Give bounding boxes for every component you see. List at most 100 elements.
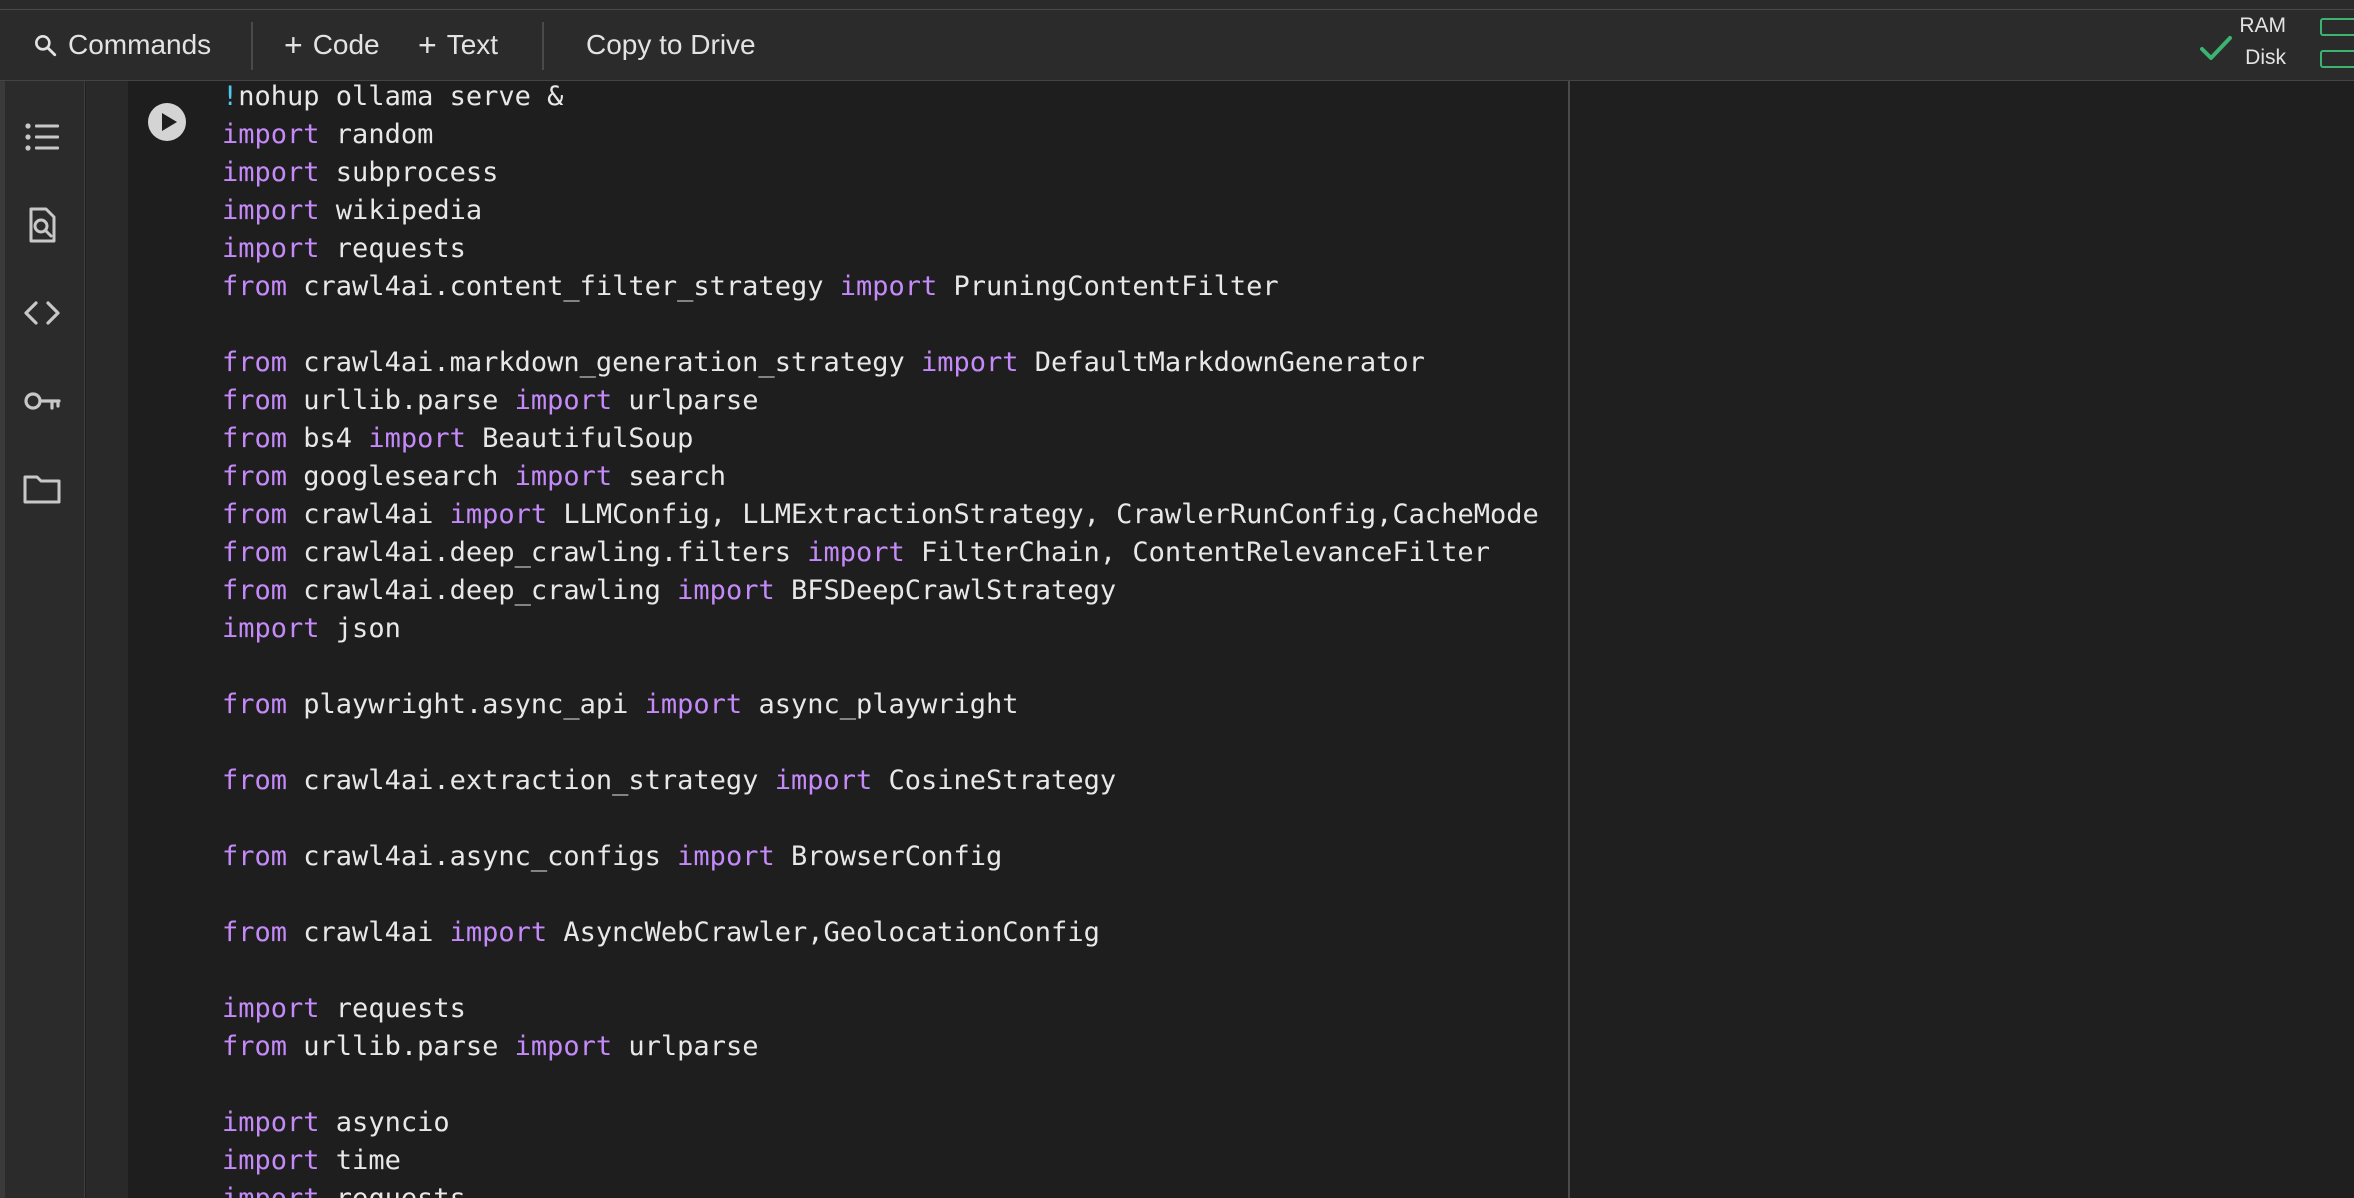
code-text: BFSDeepCrawlStrategy <box>774 575 1117 606</box>
code-line: from urllib.parse import urlparse <box>222 382 1539 420</box>
code-line: import time <box>222 1142 1539 1180</box>
code-text: crawl4ai.markdown_generation_strategy <box>287 347 921 378</box>
code-line: from crawl4ai.extraction_strategy import… <box>222 762 1539 800</box>
code-text: time <box>319 1145 401 1176</box>
cell-gutter <box>86 81 128 1198</box>
code-keyword: from <box>222 385 288 416</box>
code-keyword: import <box>222 195 320 226</box>
code-text: PruningContentFilter <box>937 271 1279 302</box>
code-text: crawl4ai.deep_crawling.filters <box>287 537 808 568</box>
code-keyword: from <box>222 575 288 606</box>
code-text: BeautifulSoup <box>465 423 694 454</box>
code-line: from crawl4ai import AsyncWebCrawler,Geo… <box>222 914 1539 952</box>
code-text: asyncio <box>319 1107 450 1138</box>
code-text: search <box>612 461 726 492</box>
code-keyword: from <box>222 461 288 492</box>
code-keyword: import <box>222 157 320 188</box>
code-text: urllib.parse <box>287 385 515 416</box>
code-keyword: from <box>222 689 288 720</box>
add-text-cell-button[interactable]: + Text <box>418 10 498 80</box>
code-line: from googlesearch import search <box>222 458 1539 496</box>
code-line: from crawl4ai import LLMConfig, LLMExtra… <box>222 496 1539 534</box>
code-text: BrowserConfig <box>774 841 1003 872</box>
table-of-contents-icon[interactable] <box>22 117 62 157</box>
colab-notebook-window: Commands + Code + Text Copy to Drive RAM… <box>0 0 2354 1198</box>
code-text: FilterChain, ContentRelevanceFilter <box>904 537 1490 568</box>
code-text: crawl4ai.extraction_strategy <box>287 765 775 796</box>
disk-usage-bar[interactable] <box>2320 50 2354 68</box>
code-editor[interactable]: !nohup ollama serve & import random import… <box>222 78 1539 1198</box>
code-text: wikipedia <box>319 195 483 226</box>
code-keyword: import <box>514 385 613 416</box>
disk-label: Disk <box>2245 46 2286 69</box>
search-icon <box>32 32 58 58</box>
code-text: googlesearch <box>287 461 515 492</box>
code-keyword: from <box>222 841 288 872</box>
plus-icon: + <box>418 27 437 63</box>
notebook-toolbar: Commands + Code + Text Copy to Drive RAM… <box>0 10 2354 81</box>
find-replace-icon[interactable] <box>22 205 62 245</box>
run-cell-icon[interactable] <box>147 102 187 142</box>
code-keyword: import <box>514 1031 613 1062</box>
code-keyword: import <box>222 613 320 644</box>
window-top-strip <box>0 0 2354 10</box>
code-line: import subprocess <box>222 154 1539 192</box>
toolbar-divider <box>251 22 253 70</box>
code-keyword: import <box>514 461 613 492</box>
add-code-cell-button[interactable]: + Code <box>284 10 380 80</box>
code-line: import requests <box>222 990 1539 1028</box>
code-line: from crawl4ai.async_configs import Brows… <box>222 838 1539 876</box>
commands-label: Commands <box>68 29 212 60</box>
code-text: random <box>319 119 434 150</box>
code-keyword: import <box>222 1183 320 1198</box>
code-text: LLMConfig, LLMExtractionStrategy, Crawle… <box>547 499 1539 530</box>
code-text: urlparse <box>612 1031 759 1062</box>
ram-usage-bar[interactable] <box>2320 18 2354 36</box>
code-text: CosineStrategy <box>872 765 1117 796</box>
secrets-key-icon[interactable] <box>22 381 62 421</box>
code-line: import asyncio <box>222 1104 1539 1142</box>
code-keyword: from <box>222 271 288 302</box>
code-text: DefaultMarkdownGenerator <box>1018 347 1425 378</box>
code-keyword: from <box>222 1031 288 1062</box>
code-keyword: import <box>222 1145 320 1176</box>
code-keyword: from <box>222 765 288 796</box>
copy-to-drive-label: Copy to Drive <box>586 29 756 60</box>
code-line: from crawl4ai.content_filter_strategy im… <box>222 268 1539 306</box>
code-line: import requests <box>222 230 1539 268</box>
code-line: from playwright.async_api import async_p… <box>222 686 1539 724</box>
code-text: subprocess <box>319 157 499 188</box>
code-text: bs4 <box>287 423 369 454</box>
files-folder-icon[interactable] <box>22 469 62 509</box>
ram-label: RAM <box>2239 14 2286 37</box>
code-line: import wikipedia <box>222 192 1539 230</box>
code-text: crawl4ai.async_configs <box>287 841 678 872</box>
commands-button[interactable]: Commands <box>32 10 211 80</box>
code-text: urlparse <box>612 385 759 416</box>
code-keyword: from <box>222 499 288 530</box>
code-text: crawl4ai <box>287 917 450 948</box>
copy-to-drive-button[interactable]: Copy to Drive <box>586 10 756 80</box>
add-text-label: Text <box>446 29 499 60</box>
code-keyword: import <box>222 233 320 264</box>
code-text: AsyncWebCrawler,GeolocationConfig <box>547 917 1100 948</box>
left-sidebar <box>0 81 85 1198</box>
toolbar-divider <box>542 22 544 70</box>
code-keyword: from <box>222 423 288 454</box>
code-line: from crawl4ai.markdown_generation_strate… <box>222 344 1539 382</box>
code-text: crawl4ai.deep_crawling <box>287 575 678 606</box>
code-keyword: from <box>222 917 288 948</box>
code-keyword: import <box>677 841 775 872</box>
code-snippets-icon[interactable] <box>22 293 62 333</box>
code-keyword: import <box>368 423 466 454</box>
code-line: import random <box>222 116 1539 154</box>
code-keyword: import <box>677 575 775 606</box>
code-line: from crawl4ai.deep_crawling.filters impo… <box>222 534 1539 572</box>
window-left-edge <box>0 81 5 1198</box>
code-text: requests <box>319 233 466 264</box>
code-line: import requests <box>222 1180 1539 1198</box>
